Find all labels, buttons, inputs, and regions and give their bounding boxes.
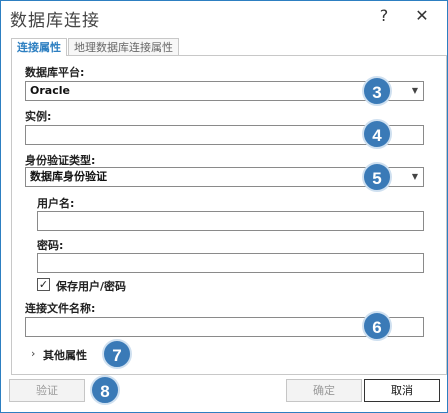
password-label: 密码: [37, 239, 64, 252]
chevron-down-icon: ▼ [411, 172, 418, 181]
platform-value: Oracle [30, 84, 70, 97]
connection-file-label: 连接文件名称: [25, 302, 96, 315]
ok-button[interactable]: 确定 [286, 379, 362, 402]
callout-badge: 3 [362, 76, 392, 106]
chevron-right-icon[interactable]: › [31, 347, 35, 360]
dialog-window: 数据库连接 ? ✕ 连接属性 地理数据库连接属性 数据库平台: Oracle ▼… [0, 0, 448, 413]
username-label: 用户名: [37, 197, 75, 210]
auth-type-value: 数据库身份验证 [30, 170, 107, 183]
callout-badge: 4 [362, 119, 392, 149]
auth-type-label: 身份验证类型: [25, 154, 96, 167]
username-input[interactable] [37, 211, 424, 231]
tab-connection-properties[interactable]: 连接属性 [11, 38, 67, 56]
instance-label: 实例: [25, 110, 52, 123]
callout-badge: 8 [90, 375, 120, 405]
platform-label: 数据库平台: [25, 66, 85, 79]
close-icon[interactable]: ✕ [411, 5, 433, 27]
dialog-title: 数据库连接 [10, 11, 100, 31]
callout-badge: 6 [362, 311, 392, 341]
callout-badge: 5 [362, 162, 392, 192]
tab-geodatabase-connection-properties[interactable]: 地理数据库连接属性 [68, 38, 179, 56]
more-properties-label[interactable]: 其他属性 [43, 347, 87, 363]
checkmark-icon: ✓ [38, 278, 49, 291]
chevron-down-icon: ▼ [411, 86, 418, 95]
help-icon[interactable]: ? [373, 5, 395, 27]
callout-badge: 7 [102, 339, 132, 369]
cancel-button[interactable]: 取消 [364, 379, 440, 402]
validate-button[interactable]: 验证 [9, 379, 85, 402]
password-input[interactable] [37, 253, 424, 273]
save-credentials-label: 保存用户/密码 [56, 280, 127, 293]
save-credentials-checkbox[interactable]: ✓ [37, 278, 50, 291]
